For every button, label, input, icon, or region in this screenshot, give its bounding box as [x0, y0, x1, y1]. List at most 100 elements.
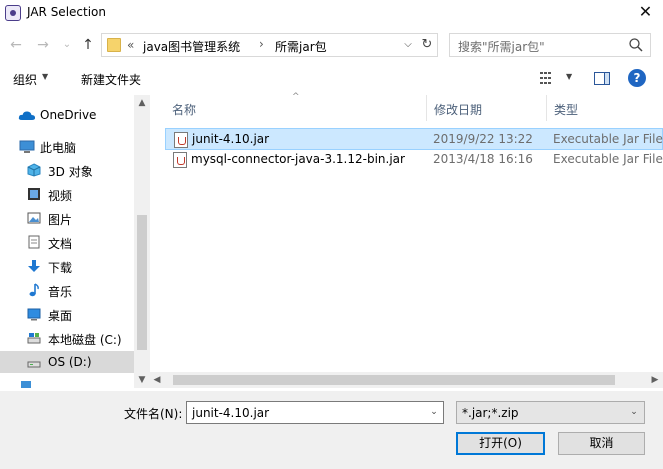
column-header-type[interactable]: 类型 [547, 95, 663, 121]
scroll-right-icon[interactable]: ▶ [647, 372, 663, 388]
sidebar-item-documents[interactable]: 文档 [0, 231, 134, 253]
sidebar-item-partial[interactable] [0, 377, 134, 388]
file-list: 名称 ^ 修改日期 类型 junit-4.10.jar 2019/9/22 13… [149, 92, 663, 388]
dialog-footer: 文件名(N): junit-4.10.jar ⌄ *.jar;*.zip ⌄ 打… [0, 391, 663, 469]
breadcrumb-java-library-system[interactable]: java图书管理系统 [143, 38, 240, 55]
sidebar-item-local-disk-c[interactable]: 本地磁盘 (C:) [0, 327, 134, 349]
sidebar-item-onedrive[interactable]: OneDrive [0, 104, 134, 126]
sidebar-item-downloads[interactable]: 下载 [0, 255, 134, 277]
scroll-up-icon[interactable]: ▲ [134, 95, 150, 111]
sidebar-item-label: 下载 [48, 261, 73, 275]
breadcrumb-overflow[interactable]: « [127, 38, 134, 52]
window-title: JAR Selection [27, 5, 106, 19]
view-chevron-down-icon[interactable]: ▼ [566, 72, 572, 81]
navigation-row: ← → ⌄ ↑ « java图书管理系统 › 所需jar包 ⌵ ↻ 搜索"所需j… [0, 30, 663, 60]
search-box[interactable]: 搜索"所需jar包" [449, 33, 651, 57]
column-header-modified[interactable]: 修改日期 [427, 95, 547, 121]
table-row[interactable]: mysql-connector-java-3.1.12-bin.jar 2013… [165, 149, 663, 171]
new-folder-button[interactable]: 新建文件夹 [81, 71, 141, 88]
download-icon [28, 260, 40, 272]
file-type: Executable Jar File [553, 132, 663, 146]
drive-icon [27, 333, 41, 344]
help-icon[interactable]: ? [628, 69, 646, 87]
command-toolbar: 组织 ▼ 新建文件夹 ▼ ? [0, 64, 663, 94]
file-name: junit-4.10.jar [192, 132, 270, 146]
sidebar-item-label: 视频 [48, 189, 73, 203]
jar-file-icon [173, 152, 187, 168]
preview-pane-icon[interactable] [594, 72, 610, 85]
music-icon [29, 283, 39, 297]
file-name: mysql-connector-java-3.1.12-bin.jar [191, 152, 405, 166]
sidebar-item-videos[interactable]: 视频 [0, 183, 134, 205]
folder-icon [107, 38, 121, 52]
filetype-value: *.jar;*.zip [462, 406, 519, 420]
table-row[interactable]: junit-4.10.jar 2019/9/22 13:22 Executabl… [165, 128, 663, 150]
chevron-down-icon[interactable]: ▼ [42, 72, 48, 81]
filetype-select[interactable]: *.jar;*.zip ⌄ [456, 401, 645, 424]
column-header-label: 修改日期 [434, 103, 483, 117]
sidebar-item-os-d[interactable]: OS (D:) [0, 351, 134, 373]
eclipse-app-icon [5, 5, 21, 21]
navigation-pane: OneDrive 此电脑 3D 对象 视频 图片 文档 下载 音乐 桌面 本地磁… [0, 95, 150, 388]
scroll-left-icon[interactable]: ◀ [149, 372, 165, 388]
drive-icon [27, 361, 41, 368]
breadcrumb-required-jars[interactable]: 所需jar包 [275, 38, 327, 55]
pictures-icon [27, 212, 41, 224]
sidebar-item-label: OS (D:) [48, 355, 92, 369]
recent-locations-icon[interactable]: ⌄ [58, 36, 76, 54]
address-bar[interactable]: « java图书管理系统 › 所需jar包 ⌵ ↻ [101, 33, 438, 57]
back-arrow-icon[interactable]: ← [7, 36, 25, 54]
jar-file-icon [174, 132, 188, 148]
desktop-icon [27, 308, 41, 321]
title-bar: JAR Selection ✕ [0, 0, 663, 26]
breadcrumb-separator-icon[interactable]: › [259, 37, 264, 51]
sidebar-item-label: 文档 [48, 237, 73, 251]
3d-objects-icon [27, 163, 41, 177]
filename-label: 文件名(N): [124, 407, 183, 421]
video-icon [28, 188, 40, 200]
onedrive-icon [18, 111, 36, 120]
view-options-icon[interactable] [540, 72, 556, 84]
sidebar-item-desktop[interactable]: 桌面 [0, 303, 134, 325]
cancel-button[interactable]: 取消 [558, 432, 645, 455]
scroll-down-icon[interactable]: ▼ [134, 372, 150, 388]
close-icon[interactable]: ✕ [628, 0, 663, 26]
open-button[interactable]: 打开(O) [456, 432, 545, 455]
sidebar-item-label: 3D 对象 [48, 165, 93, 179]
sidebar-item-label: 图片 [48, 213, 73, 227]
file-modified: 2013/4/18 16:16 [433, 152, 533, 166]
sidebar-item-label: 桌面 [48, 309, 73, 323]
address-dropdown-icon[interactable]: ⌵ [400, 36, 416, 54]
chevron-down-icon[interactable]: ⌄ [425, 402, 443, 423]
up-arrow-icon[interactable]: ↑ [79, 36, 97, 54]
sidebar-item-pictures[interactable]: 图片 [0, 207, 134, 229]
column-header-label: 名称 [172, 103, 197, 117]
sidebar-item-music[interactable]: 音乐 [0, 279, 134, 301]
search-input[interactable]: 搜索"所需jar包" [458, 38, 545, 55]
sidebar-item-label: 本地磁盘 (C:) [48, 333, 122, 347]
sidebar-item-label: OneDrive [40, 108, 97, 122]
horizontal-scrollbar[interactable]: ◀ ▶ [149, 372, 663, 388]
refresh-icon[interactable]: ↻ [418, 36, 436, 54]
filename-field[interactable]: junit-4.10.jar [192, 406, 269, 420]
sidebar-item-label: 音乐 [48, 285, 73, 299]
forward-arrow-icon[interactable]: → [34, 36, 52, 54]
computer-icon [19, 140, 35, 153]
sidebar-item-3d-objects[interactable]: 3D 对象 [0, 159, 134, 181]
sidebar-item-label: 此电脑 [40, 141, 77, 155]
scrollbar-thumb[interactable] [173, 375, 615, 385]
sidebar-item-this-pc[interactable]: 此电脑 [0, 135, 134, 157]
column-header-label: 类型 [554, 103, 579, 117]
file-modified: 2019/9/22 13:22 [433, 132, 533, 146]
network-icon [21, 381, 31, 388]
organize-menu[interactable]: 组织 [13, 71, 37, 88]
search-icon[interactable] [628, 37, 644, 53]
navigation-scrollbar[interactable]: ▲ ▼ [134, 95, 150, 388]
chevron-down-icon[interactable]: ⌄ [625, 402, 643, 423]
documents-icon [28, 235, 40, 249]
sort-ascending-icon: ^ [292, 92, 300, 102]
column-header-name[interactable]: 名称 ^ [165, 92, 427, 121]
scrollbar-thumb[interactable] [137, 215, 147, 350]
filename-combobox[interactable]: junit-4.10.jar ⌄ [186, 401, 444, 424]
file-type: Executable Jar File [553, 152, 663, 166]
